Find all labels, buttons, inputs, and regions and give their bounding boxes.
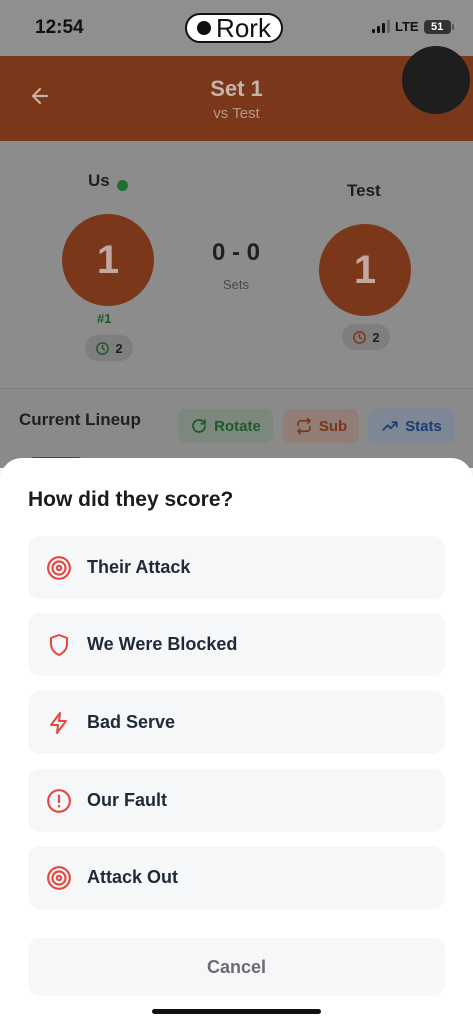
set-header: Set 1 vs Test [0,56,473,141]
shield-icon [46,632,72,658]
sub-label: Sub [318,417,348,435]
option-we-were-blocked[interactable]: We Were Blocked [28,613,445,676]
home-score-button[interactable]: 1 [62,214,154,306]
trending-up-icon [382,421,398,431]
record-dot-icon [197,21,212,35]
floating-action-button[interactable] [402,46,470,114]
home-timeouts-count: 2 [115,340,123,356]
sets-label: Sets [222,277,249,292]
option-bad-serve[interactable]: Bad Serve [28,691,445,754]
status-indicators: LTE 51 [372,19,454,34]
repeat-icon [297,417,311,435]
alert-circle-icon [46,788,72,814]
away-timeouts-count: 2 [372,329,380,345]
target-icon [46,555,72,581]
home-rank: #1 [97,311,112,326]
option-label: Bad Serve [87,712,176,732]
option-label: Our Fault [87,790,167,810]
rotate-icon [192,419,207,433]
battery-icon: 51 [423,19,454,34]
app-badge-label: Rork [216,12,271,43]
page-subtitle: vs Test [213,105,260,122]
sub-button[interactable]: Sub [283,409,359,443]
rotate-button[interactable]: Rotate [178,409,273,443]
rotate-label: Rotate [214,417,261,435]
scoreboard: Us 1 #1 2 0 - 0 Sets Test 1 2 [0,141,473,388]
lightning-icon [46,710,72,736]
option-attack-out[interactable]: Attack Out [28,846,445,909]
home-timeouts[interactable]: 2 [85,335,133,361]
target-icon [46,865,72,891]
home-team-name: Us [88,171,110,190]
status-bar: 12:54 Rork LTE 51 [0,0,473,56]
option-their-attack[interactable]: Their Attack [28,536,445,599]
lineup-bar: Current Lineup Rotate Sub Stats [0,388,473,469]
score-reason-sheet: How did they score? Their Attack We Were… [0,458,473,1024]
away-timeouts[interactable]: 2 [342,324,390,350]
network-label: LTE [395,19,419,34]
sets-score: 0 - 0 [211,239,261,266]
option-our-fault[interactable]: Our Fault [28,769,445,832]
away-score-button[interactable]: 1 [319,224,411,316]
home-indicator[interactable] [152,1009,321,1014]
battery-level: 51 [430,20,444,33]
clock-icon [353,330,367,344]
stats-button[interactable]: Stats [368,409,455,443]
option-label: Attack Out [87,867,179,887]
away-team-name: Test [347,181,381,200]
sheet-title: How did they score? [28,488,234,511]
status-time: 12:54 [35,17,84,38]
option-label: Their Attack [87,557,191,577]
cancel-button[interactable]: Cancel [28,938,445,996]
lineup-title: Current Lineup [19,410,141,429]
option-label: We Were Blocked [87,634,238,654]
clock-icon [96,341,110,355]
stats-label: Stats [405,417,442,435]
signal-icon [372,20,390,33]
serving-indicator [117,180,128,191]
app-badge: Rork [185,13,283,43]
